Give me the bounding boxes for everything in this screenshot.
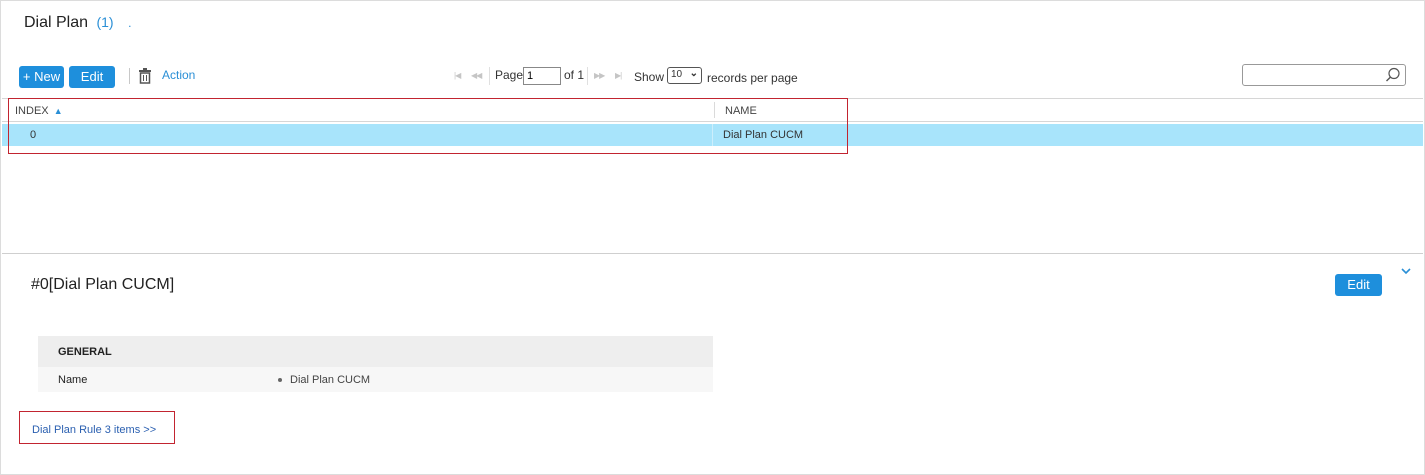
pager-separator <box>489 67 490 85</box>
bullet-icon <box>278 378 282 382</box>
general-section-title: GENERAL <box>58 346 112 358</box>
records-per-page-select[interactable]: 10 ⌄ <box>667 67 702 84</box>
page-title: Dial Plan (1) . <box>24 14 131 32</box>
page-label: Page <box>495 68 524 82</box>
pager-separator <box>587 67 588 85</box>
page-title-text: Dial Plan <box>24 14 89 31</box>
field-value: Dial Plan CUCM <box>290 374 371 386</box>
new-button[interactable]: + New <box>19 66 64 88</box>
search-icon[interactable] <box>1385 67 1401 83</box>
record-count: (1) <box>96 14 114 30</box>
toolbar-separator <box>129 68 130 84</box>
page-number-input[interactable] <box>523 67 561 85</box>
next-page-icon[interactable]: ▶▶ <box>594 71 605 80</box>
general-section-header: GENERAL <box>38 336 713 367</box>
show-label: Show <box>634 70 665 84</box>
chevron-down-icon: ⌄ <box>689 68 698 79</box>
section-divider <box>2 253 1423 254</box>
title-dot: . <box>128 16 132 30</box>
action-menu[interactable]: Action <box>162 68 195 82</box>
last-page-icon[interactable]: ▶| <box>615 71 622 80</box>
highlight-box-link <box>19 411 175 444</box>
highlight-box-table <box>8 98 848 154</box>
first-page-icon[interactable]: |◀ <box>454 71 461 80</box>
trash-icon[interactable] <box>138 68 152 84</box>
page-of-label: of 1 <box>564 68 585 82</box>
detail-title: #0[Dial Plan CUCM] <box>31 276 175 293</box>
edit-button[interactable]: Edit <box>69 66 115 88</box>
search-input[interactable] <box>1242 64 1406 86</box>
records-per-page-value: 10 <box>671 69 683 80</box>
chevron-down-icon[interactable] <box>1400 266 1412 276</box>
detail-edit-button[interactable]: Edit <box>1335 274 1382 296</box>
field-label: Name <box>58 374 88 386</box>
field-row-name: Name Dial Plan CUCM <box>38 367 713 392</box>
records-per-page-label: records per page <box>707 71 798 85</box>
prev-page-icon[interactable]: ◀◀ <box>471 71 482 80</box>
